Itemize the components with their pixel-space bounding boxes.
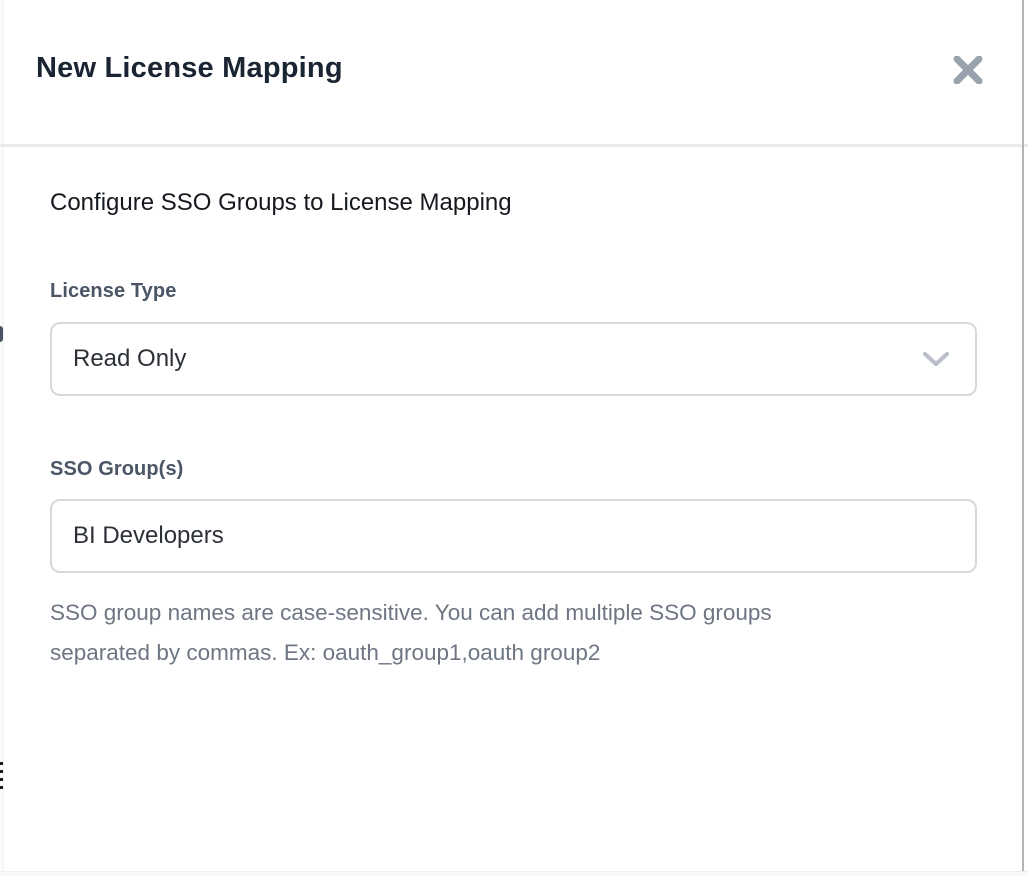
dialog-subtitle: Configure SSO Groups to License Mapping (50, 187, 977, 219)
background-list-icon-fragment (0, 762, 3, 790)
sso-groups-helper: SSO group names are case-sensitive. You … (50, 593, 930, 673)
dialog-body: Configure SSO Groups to License Mapping … (4, 147, 1024, 673)
sso-groups-label: SSO Group(s) (50, 458, 977, 481)
sso-groups-helper-line1: SSO group names are case-sensitive. You … (50, 593, 930, 633)
sso-groups-helper-line2: separated by commas. Ex: oauth_group1,oa… (50, 633, 930, 673)
close-icon (953, 56, 983, 84)
chevron-down-icon (923, 352, 949, 367)
dialog-header: New License Mapping (4, 0, 1024, 144)
dialog-title: New License Mapping (36, 52, 343, 85)
license-type-label: License Type (50, 280, 977, 303)
bottom-edge-shadow (0, 871, 1028, 876)
license-type-select[interactable]: Read Only (50, 322, 977, 396)
modal-right-edge (1022, 0, 1024, 876)
sso-groups-input[interactable] (50, 499, 977, 573)
new-license-mapping-dialog: New License Mapping Configure SSO Groups… (4, 0, 1024, 876)
close-button[interactable] (950, 52, 986, 88)
license-type-value: Read Only (73, 345, 186, 373)
background-element-fragment (0, 326, 3, 342)
